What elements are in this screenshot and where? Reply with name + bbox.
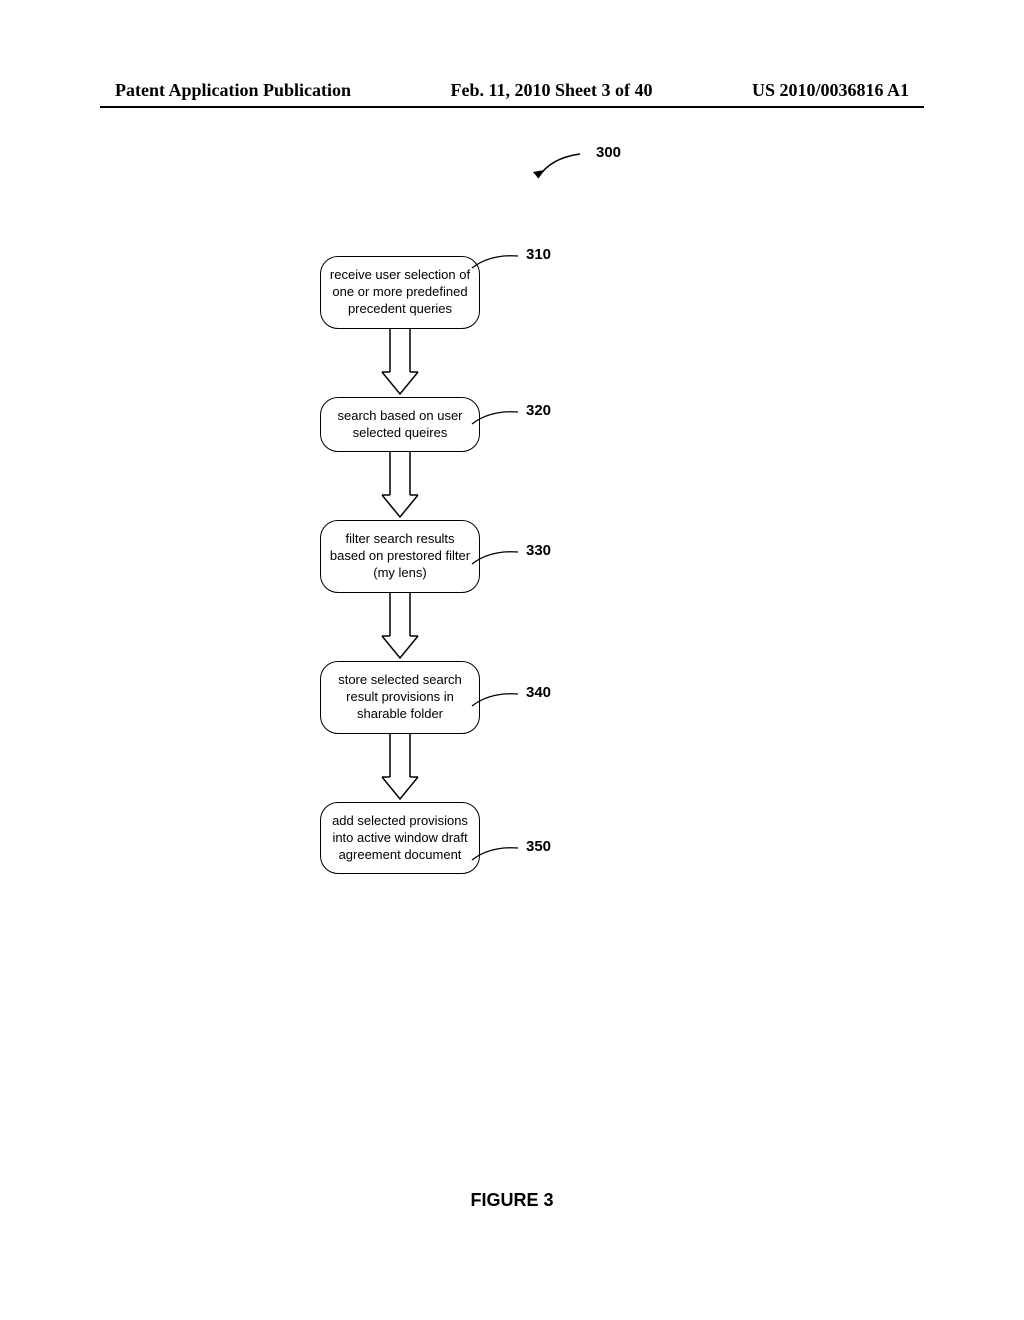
ref-350: 350 [526,838,551,855]
flowchart: receive user selection of one or more pr… [320,256,480,874]
lead-line-icon [470,408,520,428]
step-310: receive user selection of one or more pr… [320,256,480,329]
header-left: Patent Application Publication [115,80,351,101]
page-header: Patent Application Publication Feb. 11, … [0,80,1024,101]
ref-320: 320 [526,402,551,419]
figure-lead-arrow [530,148,590,188]
arrow-icon [320,734,480,802]
arrow-icon [320,452,480,520]
lead-line-icon [470,690,520,710]
step-text: add selected provisions into active wind… [332,813,468,862]
header-right: US 2010/0036816 A1 [752,80,909,101]
step-320: search based on user selected queires [320,397,480,453]
figure-ref-300: 300 [596,144,621,161]
lead-line-icon [470,252,520,272]
step-text: store selected search result provisions … [338,672,462,721]
arrow-icon [320,329,480,397]
lead-line-icon [470,548,520,568]
lead-line-icon [470,844,520,864]
ref-310: 310 [526,246,551,263]
arrow-icon [320,593,480,661]
step-330: filter search results based on prestored… [320,520,480,593]
step-340: store selected search result provisions … [320,661,480,734]
header-rule [100,106,924,108]
header-center: Feb. 11, 2010 Sheet 3 of 40 [451,80,653,101]
figure-caption: FIGURE 3 [0,1190,1024,1211]
ref-340: 340 [526,684,551,701]
step-text: filter search results based on prestored… [330,531,470,580]
step-350: add selected provisions into active wind… [320,802,480,875]
step-text: search based on user selected queires [337,408,462,440]
step-text: receive user selection of one or more pr… [330,267,470,316]
ref-330: 330 [526,542,551,559]
